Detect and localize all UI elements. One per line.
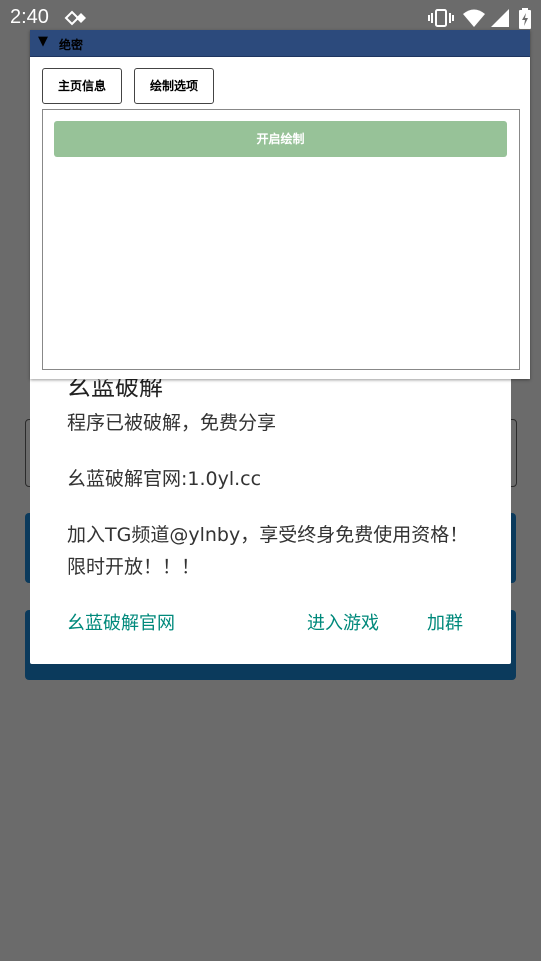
dialog-message-2: 幺蓝破解官网:1.0yl.cc	[67, 468, 262, 490]
status-time: 2:40	[10, 6, 49, 28]
floating-window-titlebar[interactable]: ▼ 绝密	[30, 30, 530, 57]
notification-icon	[64, 8, 88, 32]
tab-content-panel: 开启绘制	[42, 109, 520, 370]
wifi-icon	[462, 8, 486, 32]
floating-window-title: 绝密	[59, 38, 84, 52]
collapse-triangle-icon[interactable]: ▼	[38, 34, 48, 49]
join-group-button[interactable]: 加群	[427, 609, 463, 635]
website-button[interactable]: 幺蓝破解官网	[67, 609, 175, 635]
tab-home-info[interactable]: 主页信息	[42, 68, 122, 104]
dialog-message-3: 加入TG频道@ylnby，享受终身免费使用资格！限时开放！！！	[67, 524, 469, 578]
floating-menu-window: ▼ 绝密 主页信息 绘制选项 开启绘制	[30, 30, 530, 379]
signal-icon	[490, 8, 510, 32]
tab-draw-options[interactable]: 绘制选项	[134, 68, 214, 104]
enter-game-button[interactable]: 进入游戏	[307, 609, 379, 635]
enable-draw-button[interactable]: 开启绘制	[54, 121, 507, 157]
crack-notice-dialog: 幺蓝破解 程序已被破解，免费分享 幺蓝破解官网:1.0yl.cc 加入TG频道@…	[30, 333, 511, 664]
dialog-message-1: 程序已被破解，免费分享	[67, 412, 277, 434]
vibrate-icon	[428, 8, 454, 32]
